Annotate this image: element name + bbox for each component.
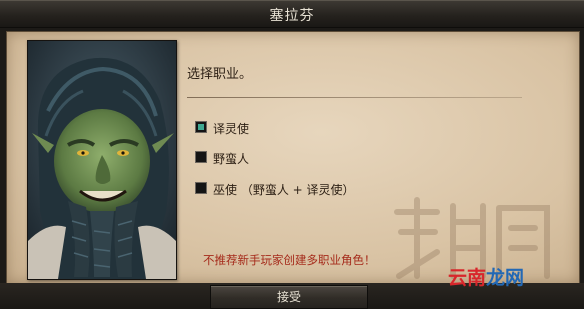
title-bar: 塞拉芬	[0, 0, 584, 28]
accept-button[interactable]: 接受	[210, 285, 368, 309]
parchment-panel: 选择职业。 译灵使 野蛮人 巫使 （野蛮人 + 译灵使） 不推荐新手玩家创建多职…	[6, 31, 580, 284]
window-title: 塞拉芬	[269, 8, 315, 24]
option-label: 野蛮人	[213, 152, 250, 166]
multiclass-warning: 不推荐新手玩家创建多职业角色！	[203, 253, 376, 267]
checkbox-icon[interactable]	[195, 151, 207, 163]
site-logo: 云南龙网	[448, 267, 525, 289]
character-portrait	[27, 40, 177, 280]
class-prompt: 选择职业。	[187, 67, 253, 82]
checkbox-checked-icon[interactable]	[195, 121, 207, 133]
character-portrait-image	[28, 41, 176, 279]
class-selection-dialog: 塞拉芬 选择职业。 译灵使 野蛮人 巫使 （野蛮人 + 译灵使） 不推荐新手玩家…	[0, 0, 584, 309]
divider	[187, 97, 522, 98]
option-label: 译灵使	[213, 122, 250, 136]
option-label: 巫使 （野蛮人 + 译灵使）	[213, 183, 355, 197]
checkbox-icon[interactable]	[195, 182, 207, 194]
